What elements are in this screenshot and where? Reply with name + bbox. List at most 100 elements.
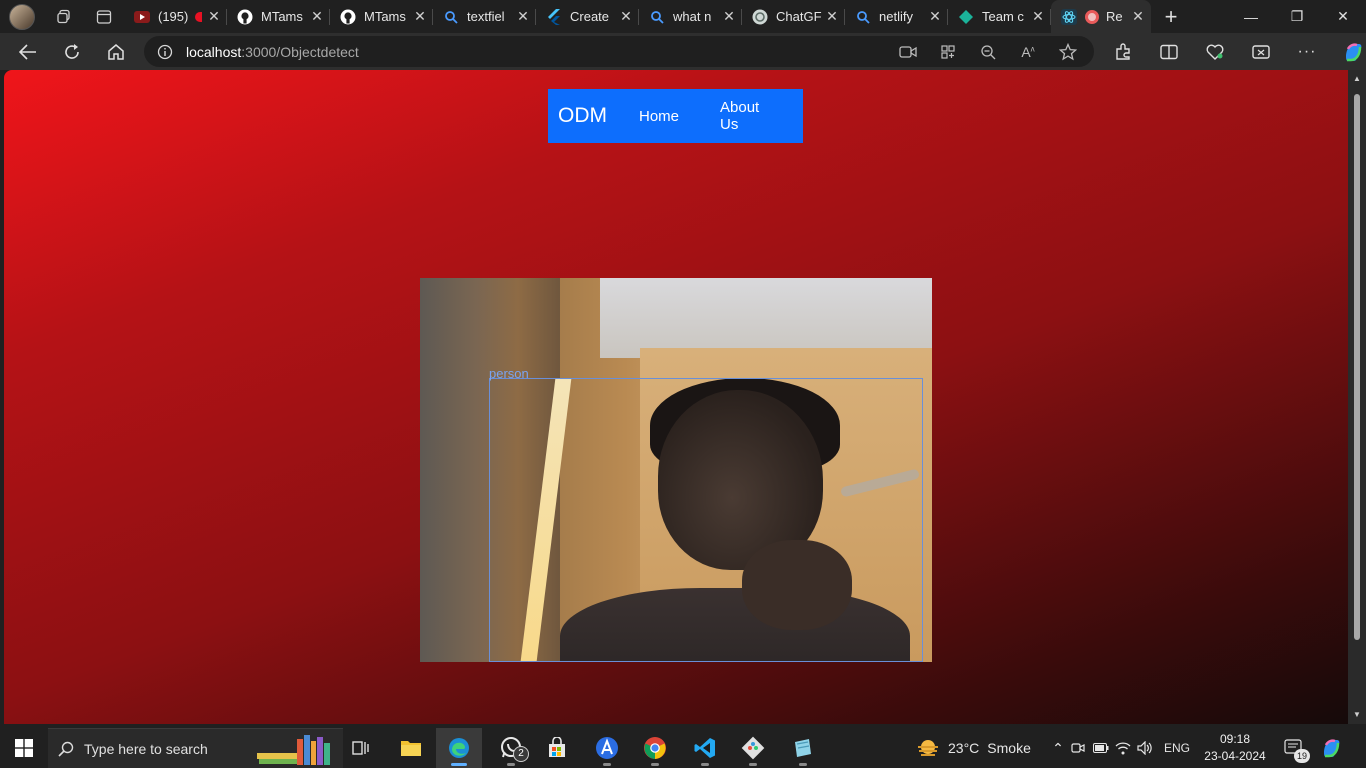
nav-link-about-us[interactable]: About Us [720,99,762,133]
close-tab-icon[interactable]: ✕ [205,8,223,25]
whatsapp-taskbar-icon[interactable]: 2 [488,728,534,768]
camera-in-use-icon[interactable] [1066,741,1090,755]
close-tab-icon[interactable]: ✕ [823,8,841,25]
search-icon [48,741,84,757]
whatsapp-badge: 2 [513,746,529,762]
file-explorer-icon[interactable] [388,728,434,768]
tab-search-netlify[interactable]: netlify ✕ [845,0,948,33]
close-tab-icon[interactable]: ✕ [308,8,326,25]
flutter-icon [546,8,562,25]
brand-logo[interactable]: ODM [558,104,607,128]
teams-icon [958,9,974,25]
task-view-icon[interactable] [338,728,384,768]
detection-label: person [489,366,529,381]
notification-center[interactable]: 19 [1284,728,1310,768]
screenshot-icon[interactable] [1238,33,1284,70]
close-tab-icon[interactable]: ✕ [1129,8,1147,25]
copilot-taskbar-icon[interactable] [1320,728,1344,768]
tab-actions-icon[interactable] [84,0,124,33]
react-icon [1061,8,1077,25]
url-host: localhost [186,43,242,60]
tab-search-what[interactable]: what n ✕ [639,0,742,33]
clock-date: 23-04-2024 [1204,749,1266,763]
scrollbar-thumb[interactable] [1354,94,1360,640]
minimize-icon[interactable]: — [1228,0,1274,33]
clock[interactable]: 09:18 23-04-2024 [1200,731,1270,765]
tab-search-textfield[interactable]: textfiel ✕ [433,0,536,33]
weather-description: Smoke [987,740,1031,756]
site-info-icon[interactable] [144,44,186,60]
search-icon [443,9,459,25]
close-tab-icon[interactable]: ✕ [411,8,429,25]
wifi-icon[interactable] [1112,741,1134,755]
app-a-taskbar-icon[interactable] [584,728,630,768]
browser-toolbar: localhost:3000/Objectdetect Aᴧ ··· [0,33,1366,70]
close-tab-icon[interactable]: ✕ [514,8,532,25]
tab-flutter[interactable]: Create ✕ [536,0,639,33]
profile-button[interactable] [0,0,44,33]
back-icon[interactable] [6,33,50,70]
reload-icon[interactable] [50,33,94,70]
tab-title: MTams [364,9,406,24]
weather-widget[interactable]: 23°C Smoke [916,728,1031,768]
microsoft-store-icon[interactable] [534,728,580,768]
tab-chatgpt[interactable]: ChatGF ✕ [742,0,845,33]
tab-youtube[interactable]: (195) ✕ [124,0,227,33]
search-placeholder: Type here to search [84,740,208,757]
tab-title: (195) [158,9,189,24]
home-icon[interactable] [94,33,138,70]
language-indicator[interactable]: ENG [1164,741,1190,755]
recording-indicator-icon [195,11,202,22]
restore-icon[interactable]: ❐ [1274,0,1320,33]
browser-essentials-icon[interactable] [1192,33,1238,70]
tab-title: Re [1106,9,1123,24]
windows-start-icon[interactable] [0,728,48,768]
battery-icon[interactable] [1090,743,1112,753]
address-bar[interactable]: localhost:3000/Objectdetect Aᴧ [144,36,1094,67]
close-tab-icon[interactable]: ✕ [617,8,635,25]
more-menu-icon[interactable]: ··· [1284,33,1330,70]
tab-title: Team c [982,9,1024,24]
tab-title: MTams [261,9,303,24]
notes-taskbar-icon[interactable] [780,728,826,768]
tray-overflow-chevron-icon[interactable]: ⌃ [1050,740,1066,757]
close-tab-icon[interactable]: ✕ [720,8,738,25]
extensions-icon[interactable] [1100,33,1146,70]
tab-github-1[interactable]: MTams ✕ [227,0,330,33]
github-icon [237,9,253,25]
page-scrollbar[interactable]: ▲ ▼ [1348,70,1366,724]
git-taskbar-icon[interactable] [730,728,776,768]
search-highlight-books-icon [257,735,330,765]
read-aloud-icon[interactable]: Aᴧ [1008,36,1048,67]
tab-github-2[interactable]: MTams ✕ [330,0,433,33]
copilot-icon[interactable] [1330,33,1366,70]
youtube-icon [134,9,150,25]
tab-title: Create [570,9,610,24]
chrome-taskbar-icon[interactable] [632,728,678,768]
vscode-taskbar-icon[interactable] [682,728,728,768]
close-tab-icon[interactable]: ✕ [1029,8,1047,25]
workspaces-icon[interactable] [44,0,84,33]
tab-team[interactable]: Team c ✕ [948,0,1051,33]
scroll-up-icon[interactable]: ▲ [1352,74,1362,84]
edge-taskbar-icon[interactable] [436,728,482,768]
app-available-icon[interactable] [928,36,968,67]
close-tab-icon[interactable]: ✕ [926,8,944,25]
zoom-out-icon[interactable] [968,36,1008,67]
tab-strip: (195) ✕ MTams ✕ MTams ✕ textfiel ✕ Creat… [0,0,1366,33]
recording-dot-icon [1085,9,1099,24]
tab-react-active[interactable]: Re ✕ [1051,0,1151,33]
video-camera-icon[interactable] [888,36,928,67]
volume-icon[interactable] [1134,741,1156,755]
system-tray: ⌃ ENG [1050,728,1190,768]
chatgpt-icon [752,9,768,25]
new-tab-button[interactable]: + [1151,0,1191,33]
search-icon [649,9,665,25]
close-window-icon[interactable]: ✕ [1320,0,1366,33]
haze-icon [918,740,938,756]
taskbar-search-box[interactable]: Type here to search [48,728,343,768]
favorite-star-icon[interactable] [1048,36,1088,67]
scroll-down-icon[interactable]: ▼ [1352,710,1362,720]
split-screen-icon[interactable] [1146,33,1192,70]
nav-link-home[interactable]: Home [639,108,679,125]
